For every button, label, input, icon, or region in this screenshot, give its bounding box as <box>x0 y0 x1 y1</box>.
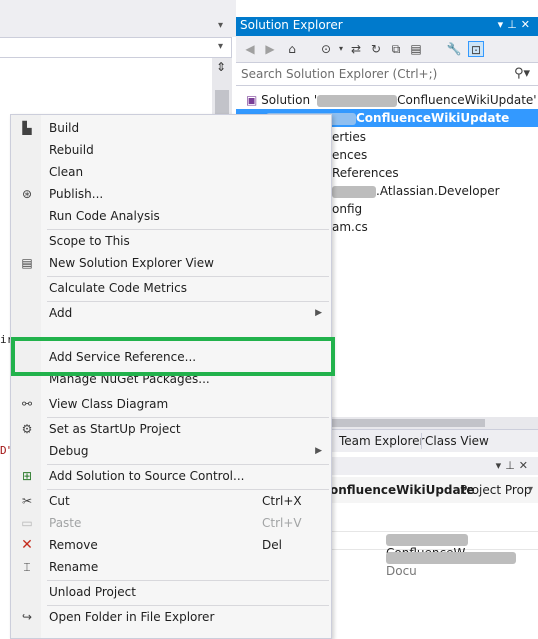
close-icon[interactable]: ✕ <box>521 18 534 31</box>
publish-icon: ⊛ <box>21 187 33 201</box>
chevron-down-icon[interactable]: ▾ <box>333 41 349 57</box>
editor-tab-strip: ▾ <box>0 0 236 37</box>
source-control-icon: ⊞ <box>21 469 33 483</box>
object-type: Project Prop <box>460 483 532 497</box>
search-input[interactable]: Search Solution Explorer (Ctrl+;) <box>241 67 437 81</box>
solution-explorer-title-bar: Solution Explorer ▾⊥✕ <box>236 17 538 36</box>
window-position-icon[interactable]: ▾ <box>498 18 508 31</box>
pin-icon[interactable]: ⊥ <box>507 18 521 31</box>
tab-class-view[interactable]: Class View <box>425 434 489 448</box>
menu-item-publish[interactable]: ⊛ Publish... <box>12 183 330 205</box>
project-context-menu: ▙ Build Rebuild Clean ⊛ Publish... Run C… <box>10 114 332 639</box>
forward-icon[interactable]: ▶ <box>262 41 278 57</box>
paste-icon: ▭ <box>21 516 33 530</box>
menu-item-rebuild[interactable]: Rebuild <box>12 139 330 161</box>
solution-explorer-search[interactable]: Search Solution Explorer (Ctrl+;) ⚲▾ <box>236 64 538 86</box>
search-icon[interactable]: ⚲▾ <box>514 66 530 81</box>
tab-divider <box>421 433 422 449</box>
member-dropdown[interactable]: ▾ <box>0 37 232 58</box>
solution-icon: ▣ <box>246 93 258 107</box>
menu-item-build[interactable]: ▙ Build <box>12 117 330 139</box>
tree-item-label: Solution ' <box>261 93 318 107</box>
split-icon[interactable]: ⇕ <box>216 60 226 74</box>
cut-icon: ✂ <box>21 494 33 508</box>
submenu-arrow-icon: ▶ <box>315 308 322 318</box>
home-icon[interactable]: ⌂ <box>284 41 300 57</box>
menu-item-run-code-analysis[interactable]: Run Code Analysis <box>12 205 330 227</box>
show-all-files-icon[interactable]: ▤ <box>408 41 424 57</box>
menu-item-new-solution-explorer-view[interactable]: ▤ New Solution Explorer View <box>12 252 330 274</box>
tree-item-solution[interactable]: ▣ Solution ' ConfluenceWikiUpdate' (1 <box>246 91 538 109</box>
menu-item-scope-to-this[interactable]: Scope to This <box>12 230 330 252</box>
window-position-icon[interactable]: ▾ <box>496 459 506 472</box>
menu-item-add-to-source-control[interactable]: ⊞ Add Solution to Source Control... <box>12 465 330 487</box>
object-name: onfluenceWikiUpdate <box>330 483 475 497</box>
tree-item-references[interactable]: ences <box>332 146 367 164</box>
tab-overflow-icon[interactable]: ▾ <box>218 20 223 31</box>
close-icon[interactable]: ✕ <box>519 459 532 472</box>
tab-team-explorer[interactable]: Team Explorer <box>339 434 425 448</box>
tree-item-service-references[interactable]: References <box>332 164 399 182</box>
properties-icon[interactable]: 🔧 <box>446 41 462 57</box>
build-icon: ▙ <box>22 121 32 135</box>
new-view-icon: ▤ <box>21 256 33 270</box>
refresh-icon[interactable]: ↻ <box>368 41 384 57</box>
sync-icon[interactable]: ⇄ <box>348 41 364 57</box>
menu-item-unload-project[interactable]: Unload Project <box>12 581 330 603</box>
collapse-all-icon[interactable]: ⧉ <box>388 41 404 57</box>
menu-item-add[interactable]: Add ▶ <box>12 302 330 324</box>
chevron-down-icon: ▾ <box>218 41 224 52</box>
menu-item-debug[interactable]: Debug ▶ <box>12 440 330 462</box>
tree-item-label: onfig <box>332 202 363 216</box>
redacted-text <box>317 94 398 107</box>
menu-item-calculate-code-metrics[interactable]: Calculate Code Metrics <box>12 277 330 299</box>
menu-item-cut[interactable]: ✂ Cut Ctrl+X <box>12 490 330 512</box>
rename-icon: ⌶ <box>23 560 31 574</box>
class-diagram-icon: ⚯ <box>21 397 33 411</box>
tree-item-label: References <box>332 166 399 180</box>
solution-explorer-toolbar: ◀ ▶ ⌂ ⊙ ▾ ⇄ ↻ ⧉ ▤ 🔧 ⊡ <box>236 36 538 63</box>
panel-title: Solution Explorer <box>240 18 343 32</box>
tree-item-label: ConfluenceWikiUpdate <box>356 111 510 125</box>
tree-item-label: ConfluenceWikiUpdate' (1 <box>397 93 538 107</box>
back-icon[interactable]: ◀ <box>242 41 258 57</box>
menu-item-paste[interactable]: ▭ Paste Ctrl+V <box>12 512 330 534</box>
menu-item-open-folder[interactable]: ↪ Open Folder in File Explorer <box>12 606 330 628</box>
menu-item-set-as-startup-project[interactable]: ⚙ Set as StartUp Project <box>12 418 330 440</box>
pin-icon[interactable]: ⊥ <box>505 459 519 472</box>
menu-item-view-class-diagram[interactable]: ⚯ View Class Diagram <box>12 393 330 415</box>
menu-item-clean[interactable]: Clean <box>12 161 330 183</box>
preview-icon[interactable]: ⊡ <box>468 41 484 57</box>
tree-item-label: am.cs <box>332 220 368 234</box>
gear-icon: ⚙ <box>21 422 33 436</box>
tree-item-label: ences <box>332 148 368 162</box>
tree-item-app-config[interactable]: onfig <box>332 200 362 218</box>
redacted-text <box>386 551 516 564</box>
folder-icon: ↪ <box>21 610 33 624</box>
tree-item-properties[interactable]: erties <box>332 128 366 146</box>
menu-item-remove[interactable]: ✕ Remove Del <box>12 534 330 556</box>
tree-item-program-cs[interactable]: am.cs <box>332 218 368 236</box>
tree-item-label: .Atlassian.Developer <box>376 184 500 198</box>
menu-item-rename[interactable]: ⌶ Rename <box>12 556 330 578</box>
highlight-annotation <box>11 337 335 376</box>
chevron-down-icon: ▾ <box>528 484 534 495</box>
redacted-text <box>386 533 468 546</box>
tree-item-label: erties <box>332 130 366 144</box>
redacted-text <box>332 185 376 198</box>
submenu-arrow-icon: ▶ <box>315 446 322 456</box>
tree-item-atlassian[interactable]: .Atlassian.Developer <box>332 182 500 200</box>
property-value[interactable]: Docu <box>386 550 538 578</box>
pending-changes-filter-icon[interactable]: ⊙ <box>318 41 334 57</box>
remove-icon: ✕ <box>21 537 33 553</box>
